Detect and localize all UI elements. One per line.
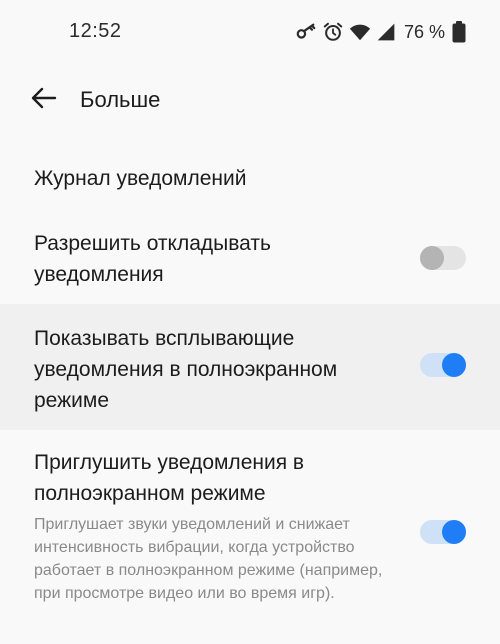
battery-percentage: 76 % [403, 21, 445, 42]
setting-allow-snooze[interactable]: Разрешить откладывать уведомления [0, 228, 500, 298]
status-time: 12:52 [69, 20, 122, 42]
wifi-icon [349, 21, 371, 43]
toggle-thumb [442, 353, 466, 377]
app-header: Больше [0, 74, 500, 124]
key-icon [295, 21, 317, 43]
setting-title: Разрешить откладывать уведомления [34, 232, 271, 286]
arrow-left-icon [31, 87, 57, 114]
setting-mute-fullscreen[interactable]: Приглушить уведомления в полноэкранном р… [0, 447, 500, 637]
fullscreen-popups-toggle[interactable] [420, 353, 466, 377]
battery-icon [452, 21, 466, 43]
page-title: Больше [80, 87, 161, 112]
setting-title: Журнал уведомлений [34, 167, 247, 190]
toggle-thumb [420, 246, 444, 270]
setting-notification-log[interactable]: Журнал уведомлений [0, 163, 500, 209]
setting-fullscreen-popups[interactable]: Показывать всплывающие уведомления в пол… [0, 304, 500, 430]
setting-title: Показывать всплывающие уведомления в пол… [34, 327, 338, 412]
toggle-thumb [442, 520, 466, 544]
setting-description: Приглушает звуки уведомлений и снижает и… [34, 516, 383, 602]
allow-snooze-toggle[interactable] [420, 246, 466, 270]
status-icons: 76 % [295, 19, 466, 45]
cellular-signal-icon [376, 22, 396, 42]
mute-fullscreen-toggle[interactable] [420, 520, 466, 544]
status-bar: 12:52 76 % [0, 0, 500, 66]
alarm-icon [322, 21, 344, 43]
back-button[interactable] [24, 80, 64, 120]
setting-title: Приглушить уведомления в полноэкранном р… [34, 451, 305, 505]
